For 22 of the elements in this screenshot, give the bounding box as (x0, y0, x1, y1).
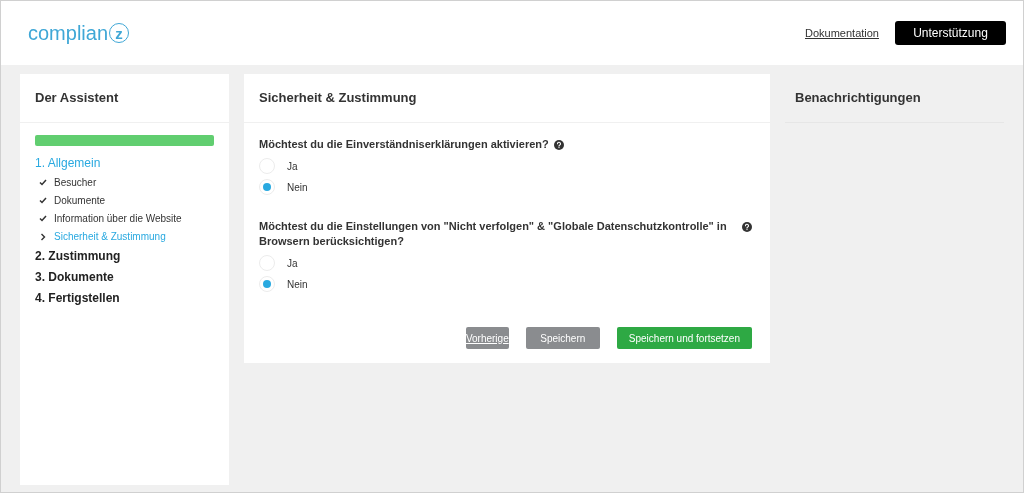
option-label: Ja (287, 256, 298, 271)
wizard-step[interactable]: 4. Fertigstellen (35, 287, 214, 309)
option-label: Nein (287, 180, 308, 195)
wizard-step[interactable]: 3. Dokumente (35, 266, 214, 288)
help-icon[interactable] (553, 139, 564, 150)
radio-button[interactable] (259, 179, 275, 195)
wizard-substep[interactable]: Dokumente (54, 193, 106, 208)
wizard-step[interactable]: 2. Zustimmung (35, 245, 214, 267)
help-icon[interactable] (742, 221, 752, 232)
question-text: Möchtest du die Einverständniserklärungen aktivieren? (259, 136, 549, 152)
radio-button[interactable] (259, 276, 275, 292)
wizard-substep[interactable]: Information über die Website (54, 211, 182, 226)
question-text: Möchtest du die Einstellungen von "Nicht verfolgen" & "Globale Datenschutzkontrolle" in Browsern berücksichtigen? (259, 218, 728, 249)
panel-title: Der Assistent (20, 74, 229, 123)
documentation-link[interactable]: Dokumentation (805, 24, 879, 42)
wizard-substep[interactable]: Besucher (54, 175, 97, 190)
support-button[interactable]: Unterstützung (895, 21, 1006, 45)
logo: complian z (28, 18, 130, 48)
card-title: Sicherheit & Zustimmung (244, 74, 770, 123)
option-label: Nein (287, 277, 308, 292)
option-label: Ja (287, 159, 298, 174)
notifications-title: Benachrichtigungen (785, 74, 1004, 123)
